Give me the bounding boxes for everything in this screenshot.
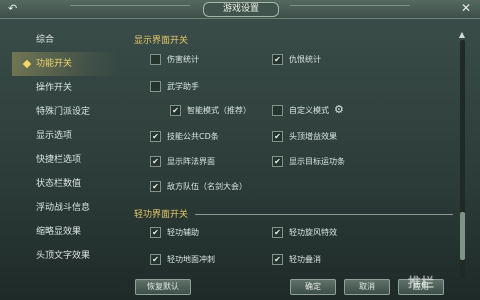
sidebar-item-combat-text[interactable]: 浮动战斗信息 (12, 196, 120, 220)
ok-button[interactable]: 确定 (290, 279, 336, 295)
checkbox[interactable] (272, 104, 283, 116)
checkbox[interactable] (150, 53, 161, 65)
section-divider (195, 214, 453, 215)
close-button[interactable]: ✕ (458, 1, 474, 16)
window-title: 游戏设置 (203, 2, 279, 17)
scroll-up-arrow-icon[interactable]: ▲ (457, 30, 467, 40)
cancel-button[interactable]: 取消 (344, 279, 390, 295)
option-damage-stats[interactable]: 伤害统计 (150, 53, 199, 65)
sidebar-item-sect-settings[interactable]: 特殊门派设定 (12, 100, 120, 124)
option-overhead-buffs[interactable]: ✔ 头顶增益效果 (272, 130, 337, 142)
checkbox[interactable]: ✔ (170, 104, 181, 116)
checkbox[interactable]: ✔ (150, 253, 161, 265)
option-smart-mode[interactable]: ✔ 智能模式（推荐） (170, 104, 251, 116)
restore-defaults-button[interactable]: 恢复默认 (135, 279, 191, 295)
option-qinggong-stack[interactable]: ✔ 轻功叠消 (272, 253, 321, 265)
option-qinggong-whirlwind[interactable]: ✔ 轻功旋风特效 (272, 226, 337, 238)
sidebar-item-feature-toggles[interactable]: 功能开关 (12, 52, 120, 76)
sidebar-item-overhead-text[interactable]: 头顶文字效果 (12, 244, 120, 268)
section-title-display: 显示界面开关 (134, 36, 189, 46)
settings-sidebar: 综合 功能开关 操作开关 特殊门派设定 显示选项 快捷栏选项 状态栏数值 浮动战… (12, 28, 120, 268)
title-decoration-left (70, 5, 190, 12)
title-decoration-right (290, 5, 410, 12)
checkbox[interactable]: ✔ (150, 226, 161, 238)
section-title-qinggong: 轻功界面开关 (134, 210, 189, 220)
title-bar: ↶ 游戏设置 ✕ (0, 0, 480, 19)
sidebar-item-hotbar-options[interactable]: 快捷栏选项 (12, 148, 120, 172)
option-qinggong-assist[interactable]: ✔ 轻功辅助 (150, 226, 199, 238)
watermark-logo: 推栏 (408, 276, 435, 291)
option-formation-ui[interactable]: ✔ 显示阵法界面 (150, 155, 215, 167)
sidebar-item-thumbnail-effects[interactable]: 缩略显效果 (12, 220, 120, 244)
checkbox[interactable]: ✔ (150, 130, 161, 142)
option-skill-cd-bar[interactable]: ✔ 技能公共CD条 (150, 130, 219, 142)
sidebar-item-status-bar-values[interactable]: 状态栏数值 (12, 172, 120, 196)
checkbox[interactable]: ✔ (272, 155, 283, 167)
sidebar-item-general[interactable]: 综合 (12, 28, 120, 52)
back-arrow-icon: ↶ (8, 2, 18, 15)
checkbox[interactable]: ✔ (272, 130, 283, 142)
checkbox[interactable]: ✔ (150, 155, 161, 167)
option-threat-stats[interactable]: ✔ 仇恨统计 (272, 53, 321, 65)
sidebar-item-display-options[interactable]: 显示选项 (12, 124, 120, 148)
checkbox[interactable]: ✔ (150, 180, 161, 192)
option-custom-mode[interactable]: 自定义模式 ⚙ (272, 104, 344, 116)
scrollbar-thumb[interactable] (460, 212, 465, 260)
option-skill-assistant[interactable]: 武学助手 (150, 80, 199, 92)
checkbox[interactable]: ✔ (272, 253, 283, 265)
close-icon: ✕ (460, 1, 472, 15)
checkbox[interactable]: ✔ (272, 53, 283, 65)
back-button[interactable]: ↶ (8, 1, 26, 16)
option-target-cast-bar[interactable]: ✔ 显示目标运功条 (272, 155, 345, 167)
option-qinggong-dash[interactable]: ✔ 轻功地面冲刺 (150, 253, 215, 265)
checkbox[interactable]: ✔ (272, 226, 283, 238)
checkbox[interactable] (150, 80, 161, 92)
gear-icon[interactable]: ⚙ (334, 104, 344, 116)
option-enemy-team[interactable]: ✔ 敌方队伍（名剑大会） (150, 180, 247, 192)
sidebar-item-operation-toggles[interactable]: 操作开关 (12, 76, 120, 100)
